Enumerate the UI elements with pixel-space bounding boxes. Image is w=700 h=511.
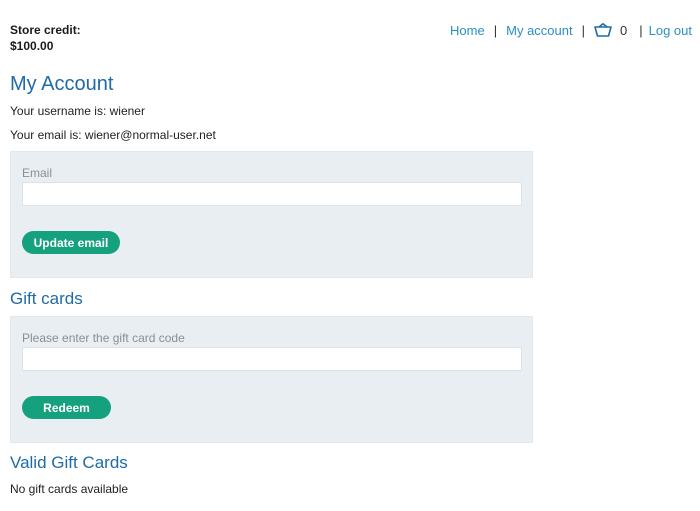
email-text: Your email is: wiener@normal-user.net: [10, 128, 216, 142]
page: Store credit: $100.00 Home | My account …: [0, 0, 700, 511]
redeem-button[interactable]: Redeem: [22, 396, 111, 419]
gift-card-input[interactable]: [22, 347, 522, 371]
username-text: Your username is: wiener: [10, 104, 145, 118]
no-gift-cards-text: No gift cards available: [10, 482, 129, 496]
update-email-form: Email Update email: [10, 151, 533, 278]
nav-separator: |: [639, 22, 643, 38]
gift-card-form: Please enter the gift card code Redeem: [10, 316, 533, 443]
nav-logout-link[interactable]: Log out: [649, 23, 692, 38]
nav-home-link[interactable]: Home: [450, 23, 485, 38]
nav-my-account-link[interactable]: My account: [506, 23, 572, 38]
update-email-button[interactable]: Update email: [22, 231, 120, 254]
cart-count: 0: [620, 22, 628, 38]
gift-cards-heading: Gift cards: [10, 289, 83, 308]
gift-card-label: Please enter the gift card code: [22, 331, 185, 345]
page-title: My Account: [10, 73, 114, 95]
basket-icon: [594, 23, 612, 37]
store-credit-label: Store credit:: [10, 23, 81, 37]
store-credit: Store credit: $100.00: [10, 22, 81, 54]
cart-link[interactable]: 0: [594, 23, 639, 38]
email-input[interactable]: [22, 182, 522, 206]
store-credit-amount: $100.00: [10, 39, 54, 53]
valid-gift-cards-heading: Valid Gift Cards: [10, 453, 128, 472]
top-navigation: Home | My account | 0 | Log out: [450, 21, 692, 39]
email-label: Email: [22, 166, 53, 180]
nav-separator: |: [493, 22, 498, 38]
nav-separator: |: [581, 22, 585, 38]
